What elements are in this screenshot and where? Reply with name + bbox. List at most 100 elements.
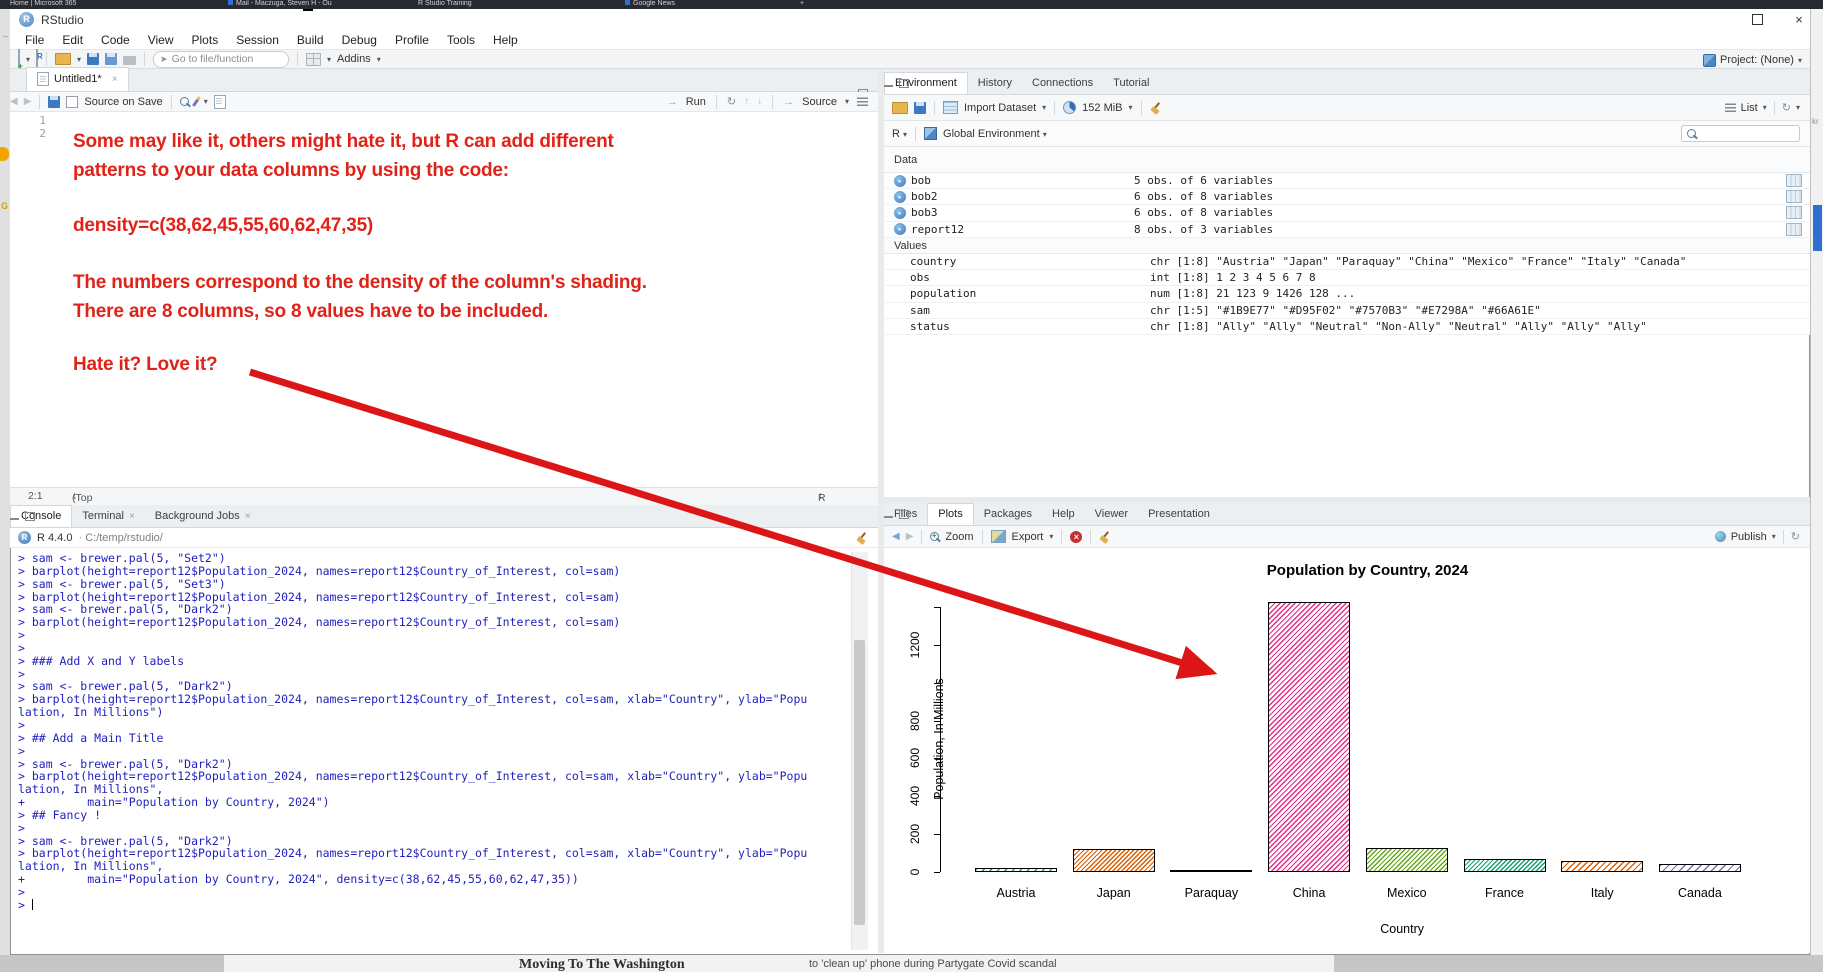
save-source-icon[interactable] [48,96,60,108]
load-workspace-icon[interactable] [892,102,908,114]
source-icon[interactable]: → [783,96,794,108]
environment-object-row-sam[interactable]: samchr [1:5] "#1B9E77" "#D95F02" "#7570B… [884,303,1810,319]
tab-tutorial[interactable]: Tutorial [1103,73,1159,94]
expand-object-icon[interactable]: ▸ [894,191,906,203]
down-icon[interactable]: ↓ [757,96,762,107]
console-output[interactable]: > sam <- brewer.pal(5, "Set2")> barplot(… [10,552,850,917]
refresh-caret[interactable]: ▾ [1796,103,1800,112]
browser-new-tab-button[interactable]: + [800,0,804,7]
publish-button[interactable]: Publish [1731,531,1767,543]
expand-object-icon[interactable]: ▸ [894,207,906,219]
environment-search-input[interactable] [1681,125,1800,142]
publish-caret[interactable]: ▾ [1772,532,1776,541]
source-tab-untitled1[interactable]: Untitled1* × [26,67,129,91]
source-button[interactable]: Source [802,96,837,108]
browser-tab[interactable]: Mail - Maczuga, Steven H - Ou [228,0,332,7]
addins-button[interactable]: Addins [337,53,371,65]
maximize-button[interactable] [1740,9,1774,31]
refresh-plot-icon[interactable]: ↻ [1791,530,1800,543]
environment-object-row-bob2[interactable]: ▸bob26 obs. of 8 variables [884,189,1810,205]
minimize-button[interactable] [286,9,320,31]
menu-item-code[interactable]: Code [92,33,139,47]
run-icon[interactable]: → [667,96,678,108]
tab-packages[interactable]: Packages [974,504,1042,525]
list-view-caret[interactable]: ▾ [1763,103,1767,112]
tab-pane-controls[interactable] [884,79,909,88]
environment-object-row-bob[interactable]: ▸bob5 obs. of 6 variables [884,173,1810,189]
menu-item-profile[interactable]: Profile [386,33,438,47]
browser-tab[interactable]: Home | Microsoft 365 [10,0,76,7]
menu-item-help[interactable]: Help [484,33,527,47]
document-outline-icon[interactable] [857,97,868,106]
environment-object-row-bob3[interactable]: ▸bob36 obs. of 8 variables [884,205,1810,221]
zoom-plot-icon[interactable] [930,532,939,541]
remove-plot-icon[interactable]: × [1070,531,1082,543]
tab-presentation[interactable]: Presentation [1138,504,1220,525]
compile-report-icon[interactable] [214,95,226,109]
menu-item-tools[interactable]: Tools [438,33,484,47]
menu-item-file[interactable]: File [16,33,53,47]
run-button[interactable]: Run [686,96,706,108]
tab-pane-controls[interactable] [884,510,909,519]
view-data-icon[interactable] [1786,223,1802,236]
menu-item-view[interactable]: View [139,33,183,47]
pane-layout-icon[interactable] [306,53,321,66]
zoom-plot-button[interactable]: Zoom [945,531,973,543]
open-file-icon[interactable] [55,53,71,65]
memory-usage-label[interactable]: 152 MiB [1082,102,1122,114]
close-tab-icon[interactable]: × [129,511,135,522]
tab-terminal[interactable]: Terminal× [72,506,144,527]
environment-object-row-status[interactable]: statuschr [1:8] "Ally" "Ally" "Neutral" … [884,319,1810,335]
goto-file-function-input[interactable]: ➤ Go to file/function [153,51,289,68]
global-environment-selector[interactable]: Global Environment ▾ [943,128,1047,140]
import-dataset-icon[interactable] [943,101,958,114]
console-scrollbar[interactable] [851,552,868,950]
open-file-dropdown-caret[interactable]: ▾ [77,55,81,64]
tab-viewer[interactable]: Viewer [1085,504,1138,525]
view-data-icon[interactable] [1786,174,1802,187]
clear-all-plots-icon[interactable] [1099,531,1111,543]
clear-environment-icon[interactable] [1150,102,1162,114]
environment-object-row-report12[interactable]: ▸report128 obs. of 3 variables [884,222,1810,238]
r-language-selector[interactable]: R ▾ [892,128,907,140]
menu-item-debug[interactable]: Debug [333,33,386,47]
new-file-dropdown-caret[interactable]: ▾ [26,55,30,64]
browser-tab[interactable]: R Studio Training [418,0,472,7]
source-on-save-checkbox[interactable] [66,96,78,108]
tab-plots[interactable]: Plots [927,503,973,525]
file-type-indicator[interactable]: R Script ↕ [818,490,823,502]
forward-icon[interactable]: ▶ [24,96,32,107]
import-dataset-button[interactable]: Import Dataset [964,102,1036,114]
save-icon[interactable] [87,53,99,65]
tab-help[interactable]: Help [1042,504,1085,525]
addins-caret[interactable]: ▾ [377,55,381,64]
code-tools-icon[interactable] [192,96,201,107]
view-data-icon[interactable] [1786,206,1802,219]
memory-caret[interactable]: ▾ [1129,103,1133,112]
rerun-icon[interactable]: ↻ [727,95,736,108]
scope-indicator[interactable]: (Top Level) ↕ [72,490,77,502]
close-button[interactable]: × [1782,9,1816,31]
export-caret[interactable]: ▾ [1049,532,1053,541]
project-selector[interactable]: Project: (None) ▾ [1703,50,1802,70]
tab-background-jobs[interactable]: Background Jobs× [145,506,261,527]
menu-item-edit[interactable]: Edit [53,33,92,47]
source-editor[interactable]: 12Some may like it, others might hate it… [10,112,878,487]
new-file-icon[interactable]: + [18,50,20,68]
refresh-environment-icon[interactable]: ↻ [1782,101,1791,114]
view-data-icon[interactable] [1786,190,1802,203]
previous-plot-icon[interactable]: ◀ [892,531,900,542]
up-icon[interactable]: ↑ [744,96,749,107]
tab-history[interactable]: History [968,73,1022,94]
import-dataset-caret[interactable]: ▾ [1042,103,1046,112]
back-icon[interactable]: ◀ [10,96,18,107]
console-scrollbar-thumb[interactable] [854,640,865,925]
new-project-icon[interactable]: R [36,50,38,68]
environment-object-row-population[interactable]: populationnum [1:8] 21 123 9 1426 128 ..… [884,286,1810,302]
pane-layout-caret[interactable]: ▾ [327,55,331,64]
expand-object-icon[interactable]: ▸ [894,223,906,235]
browser-tab[interactable]: Google News [625,0,675,7]
code-tools-caret[interactable]: ▾ [204,97,208,106]
tab-connections[interactable]: Connections [1022,73,1103,94]
menu-item-plots[interactable]: Plots [183,33,228,47]
